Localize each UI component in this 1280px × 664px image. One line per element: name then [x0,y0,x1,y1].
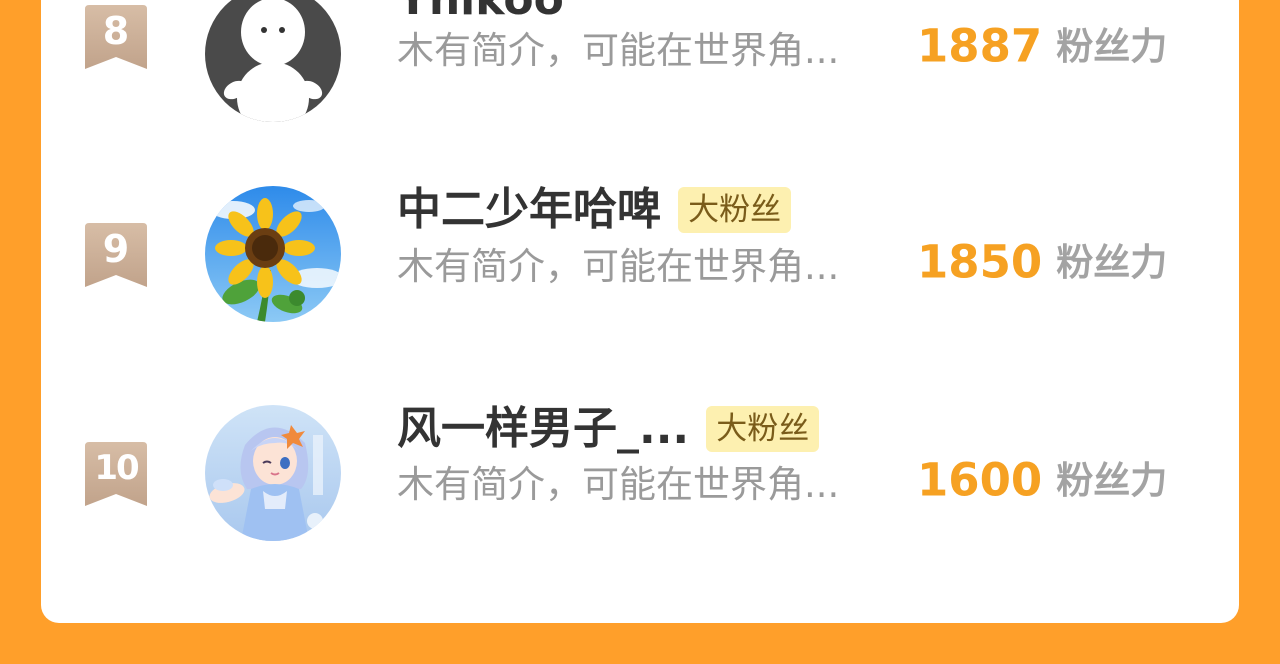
ranking-row[interactable]: 8 Ynikoo 木有简介，可能在世界角... 1887 粉丝力 [41,0,1239,122]
fan-power-score: 1600 粉丝力 [917,450,1167,510]
rank-number: 10 [94,448,139,488]
user-name-line: 风一样男子_... 大粉丝 [397,401,820,457]
rank-ribbon: 10 [85,442,147,506]
score-unit: 粉丝力 [1056,458,1168,502]
rank-number: 8 [102,9,130,53]
sunflower-avatar-icon [205,186,341,322]
user-intro: 木有简介，可能在世界角... [397,463,840,506]
rank-ribbon: 8 [85,5,147,69]
rank-ribbon: 9 [85,223,147,287]
score-value: 1887 [917,19,1043,73]
user-intro: 木有简介，可能在世界角... [397,245,840,288]
score-unit: 粉丝力 [1056,240,1168,284]
score-value: 1850 [917,235,1043,289]
score-value: 1600 [917,453,1043,507]
user-name[interactable]: 中二少年哈啤 [397,182,661,238]
user-avatar[interactable] [205,0,341,122]
user-name-line: 中二少年哈啤 大粉丝 [397,182,792,238]
fan-ranking-card: 8 Ynikoo 木有简介，可能在世界角... 1887 粉丝力 [41,0,1239,623]
ranking-row[interactable]: 10 风一样男子_... 大粉丝 木有简介，可能在世界角... 1600 粉丝力 [41,372,1239,541]
ranking-row[interactable]: 9 中二少年哈啤 大粉丝 木有简介，可能在世界角... 1850 粉丝力 [41,154,1239,322]
rank-number: 9 [102,227,130,271]
user-name-line: Ynikoo [397,0,564,28]
user-avatar[interactable] [205,405,341,541]
default-person-avatar-icon [205,0,341,122]
user-name[interactable]: 风一样男子_... [397,401,689,457]
fan-level-badge: 大粉丝 [678,187,792,233]
user-intro: 木有简介，可能在世界角... [397,29,840,72]
fan-power-score: 1850 粉丝力 [917,232,1167,292]
fan-level-badge: 大粉丝 [706,406,820,452]
fan-power-score: 1887 粉丝力 [917,16,1167,76]
user-avatar[interactable] [205,186,341,322]
user-name[interactable]: Ynikoo [397,0,564,28]
anime-girl-avatar-icon [205,405,341,541]
score-unit: 粉丝力 [1056,24,1168,68]
